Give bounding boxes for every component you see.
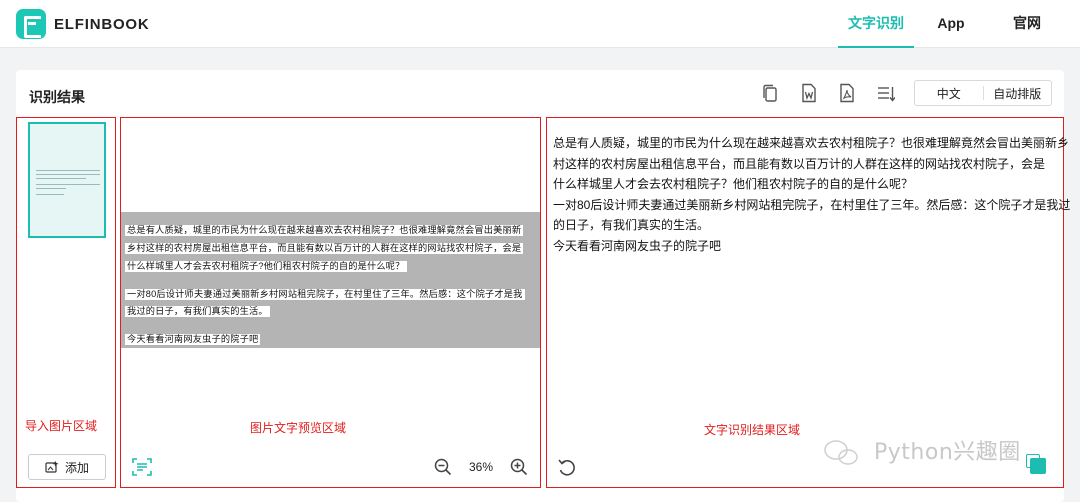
preview-text-line: 乡村这样的农村房屋出租信息平台，而且能有数以百万计的人群在这样的网站找农村院子，… (125, 243, 524, 254)
preview-text-line: 一对80后设计师夫妻通过美丽新乡村网站租完院子，在村里住了三年。然后感：这个院子… (125, 289, 525, 300)
image-preview[interactable]: 总是有人质疑，城里的市民为什么现在越来越喜欢去农村租院子？也很难理解竟然会冒出美… (121, 212, 540, 348)
pdf-export-icon[interactable] (838, 83, 856, 103)
wechat-watermark-icon (824, 440, 858, 465)
recognized-text[interactable]: 总是有人质疑，城里的市民为什么现在越来越喜欢去农村租院子？也很难理解竟然会冒出美… (553, 133, 1071, 256)
result-text-line: 村这样的农村房屋出租信息平台，而且能有数以百万计的人群在这样的网站找农村院子，会… (553, 156, 1046, 171)
preview-area-caption: 图片文字预览区域 (250, 421, 347, 435)
thumb-text-line (36, 188, 66, 189)
thumb-text-line (36, 170, 100, 171)
top-header: ELFINBOOK 文字识别 App 官网 (0, 0, 1080, 48)
preview-text-line: 什么样城里人才会去农村租院子?他们租农村院子的自的是什么呢？ (125, 261, 407, 272)
brand-name: ELFINBOOK (54, 15, 150, 33)
nav-official-site[interactable]: 官网 (989, 0, 1065, 48)
image-thumbnail[interactable] (28, 122, 106, 238)
zoom-level: 36% (468, 460, 494, 474)
lang-chinese-option[interactable]: 中文 (915, 85, 983, 102)
thumb-text-line (36, 184, 100, 185)
copy-icon[interactable] (761, 84, 779, 104)
auto-layout-option[interactable]: 自动排版 (984, 85, 1052, 102)
result-text-line: 什么样城里人才会去农村租院子？他们租农村院子的自的是什么呢？ (553, 177, 914, 191)
elfinbook-logo-icon (16, 9, 46, 39)
result-area-caption: 文字识别结果区域 (704, 423, 801, 437)
scan-icon[interactable] (132, 457, 152, 477)
zoom-in-icon[interactable] (510, 458, 528, 476)
preview-text-line: 我过的日子，有我们真实的生活。 (125, 306, 270, 317)
result-text-line: 今天看看河南网友虫子的院子吧 (553, 238, 722, 253)
watermark-text: Python兴趣圈 (874, 440, 1021, 465)
result-text-line: 一对80后设计师夫妻通过美丽新乡村网站租完院子，在村里住了三年。然后感：这个院子… (553, 197, 1071, 212)
thumb-text-line (36, 174, 100, 175)
preview-text-line: 总是有人质疑，城里的市民为什么现在越来越喜欢去农村租院子？也很难理解竟然会冒出美… (125, 225, 524, 236)
add-image-icon (45, 461, 58, 473)
logo[interactable]: ELFINBOOK (16, 9, 150, 39)
zoom-out-icon[interactable] (434, 458, 452, 476)
sort-lines-icon[interactable] (877, 84, 895, 104)
copy-result-icon[interactable] (1026, 454, 1046, 474)
result-text-line: 总是有人质疑，城里的市民为什么现在越来越喜欢去农村租院子？也很难理解竟然会冒出美… (553, 136, 1070, 150)
preview-text-line: 今天看看河南网友虫子的院子吧 (125, 334, 261, 345)
result-text-line: 的日子，有我们真实的生活。 (553, 218, 710, 232)
thumb-text-line (36, 194, 64, 195)
add-button-label: 添加 (64, 460, 89, 475)
language-layout-toggle: 中文 自动排版 (914, 80, 1052, 106)
undo-icon[interactable] (557, 457, 577, 477)
nav-text-recognition[interactable]: 文字识别 (838, 0, 914, 48)
thumb-text-line (36, 178, 86, 179)
card-title: 识别结果 (29, 89, 85, 105)
nav-app[interactable]: App (913, 0, 989, 48)
add-image-button[interactable]: 添加 (28, 454, 106, 480)
import-area-caption: 导入图片区域 (25, 419, 98, 433)
word-export-icon[interactable] (800, 83, 818, 103)
